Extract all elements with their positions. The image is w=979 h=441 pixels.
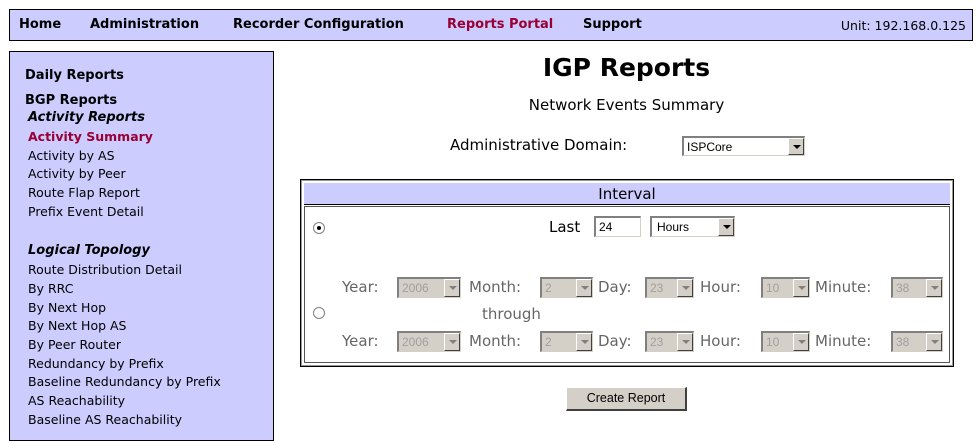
last-unit-value: Hours (657, 220, 690, 234)
to-minute-label: Minute: (815, 332, 872, 350)
sidebar-item-by-next-hop-as[interactable]: By Next Hop AS (28, 318, 126, 333)
page-subtitle: Network Events Summary (528, 96, 725, 114)
to-year-select[interactable]: 2006 (397, 331, 461, 352)
chevron-down-icon (576, 279, 592, 297)
to-hour-value: 10 (766, 335, 780, 349)
sidebar-item-as-reachability[interactable]: AS Reachability (28, 393, 125, 408)
sidebar-item-activity-summary[interactable]: Activity Summary (28, 129, 153, 144)
to-hour-label: Hour: (700, 332, 741, 350)
last-value-input[interactable]: 24 (594, 216, 641, 237)
last-unit-select[interactable]: Hours (650, 216, 735, 237)
sidebar-item-by-peer-router[interactable]: By Peer Router (28, 337, 121, 352)
interval-header: Interval (304, 183, 950, 205)
nav-reports-portal[interactable]: Reports Portal (447, 17, 553, 32)
nav-recorder-configuration[interactable]: Recorder Configuration (233, 17, 404, 32)
domain-select-value: ISPCore (687, 140, 733, 154)
sidebar-item-route-distribution-detail[interactable]: Route Distribution Detail (28, 262, 182, 277)
chevron-down-icon (793, 333, 809, 351)
chevron-down-icon (926, 333, 942, 351)
to-month-label: Month: (469, 332, 522, 350)
chevron-down-icon (788, 138, 804, 155)
sidebar-activity-reports-heading: Activity Reports (28, 110, 145, 125)
chevron-down-icon (444, 279, 460, 297)
chevron-down-icon (677, 333, 693, 351)
sidebar-item-redundancy-by-prefix[interactable]: Redundancy by Prefix (28, 356, 164, 371)
radio-last[interactable] (313, 222, 325, 234)
page-title: IGP Reports (542, 53, 711, 82)
from-year-label: Year: (342, 278, 379, 296)
from-hour-label: Hour: (700, 278, 741, 296)
sidebar-logical-topology-heading: Logical Topology (28, 243, 150, 258)
sidebar-item-by-rrc[interactable]: By RRC (28, 281, 73, 296)
chevron-down-icon (444, 333, 460, 351)
domain-label: Administrative Domain: (450, 136, 628, 154)
sidebar-item-baseline-redundancy-by-prefix[interactable]: Baseline Redundancy by Prefix (28, 374, 221, 389)
through-label: through (482, 305, 541, 323)
from-day-label: Day: (598, 278, 632, 296)
sidebar-bgp-reports[interactable]: BGP Reports (25, 93, 117, 108)
from-year-select[interactable]: 2006 (397, 277, 461, 298)
create-report-button[interactable]: Create Report (566, 387, 687, 411)
to-month-select[interactable]: 2 (540, 331, 593, 352)
top-nav-bar: Home Administration Recorder Configurati… (9, 9, 973, 41)
last-label: Last (549, 218, 581, 236)
to-minute-value: 38 (896, 335, 910, 349)
radio-date-range[interactable] (313, 307, 325, 319)
from-month-label: Month: (469, 278, 522, 296)
nav-support[interactable]: Support (583, 17, 642, 32)
chevron-down-icon (677, 279, 693, 297)
from-hour-select[interactable]: 10 (761, 277, 810, 298)
unit-address: Unit: 192.168.0.125 (840, 18, 966, 33)
from-minute-value: 38 (896, 281, 910, 295)
from-day-value: 23 (650, 281, 664, 295)
from-day-select[interactable]: 23 (645, 277, 694, 298)
to-minute-select[interactable]: 38 (891, 331, 943, 352)
sidebar-item-baseline-as-reachability[interactable]: Baseline AS Reachability (28, 412, 182, 427)
from-month-value: 2 (545, 281, 552, 295)
to-year-value: 2006 (402, 335, 429, 349)
sidebar-item-by-next-hop[interactable]: By Next Hop (28, 300, 106, 315)
nav-home[interactable]: Home (19, 17, 61, 32)
from-year-value: 2006 (402, 281, 429, 295)
sidebar-item-activity-by-peer[interactable]: Activity by Peer (28, 166, 126, 181)
to-day-select[interactable]: 23 (645, 331, 694, 352)
sidebar-daily-reports[interactable]: Daily Reports (25, 68, 124, 83)
chevron-down-icon (793, 279, 809, 297)
domain-select[interactable]: ISPCore (682, 136, 805, 156)
chevron-down-icon (718, 218, 734, 236)
to-hour-select[interactable]: 10 (761, 331, 810, 352)
chevron-down-icon (926, 279, 942, 297)
nav-administration[interactable]: Administration (90, 17, 199, 32)
from-minute-label: Minute: (815, 278, 872, 296)
chevron-down-icon (576, 333, 592, 351)
sidebar: Daily Reports BGP Reports Activity Repor… (9, 51, 274, 441)
sidebar-item-activity-by-as[interactable]: Activity by AS (28, 148, 115, 163)
to-year-label: Year: (342, 332, 379, 350)
sidebar-item-route-flap-report[interactable]: Route Flap Report (28, 185, 140, 200)
sidebar-item-prefix-event-detail[interactable]: Prefix Event Detail (28, 204, 144, 219)
to-day-label: Day: (598, 332, 632, 350)
to-month-value: 2 (545, 335, 552, 349)
from-hour-value: 10 (766, 281, 780, 295)
to-day-value: 23 (650, 335, 664, 349)
from-month-select[interactable]: 2 (540, 277, 593, 298)
from-minute-select[interactable]: 38 (891, 277, 943, 298)
